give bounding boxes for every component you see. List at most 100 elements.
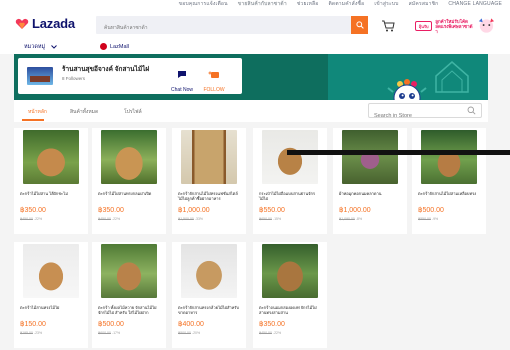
discount-badge: -9% (431, 217, 439, 221)
top-link-language[interactable]: CHANGE LANGUAGE (448, 0, 502, 8)
product-price: ฿350.00 (259, 321, 285, 328)
store-search-input[interactable] (369, 109, 463, 123)
old-price: ฿1,500.00 (178, 217, 194, 221)
top-link-track-order[interactable]: ติดตามคำสั่งซื้อ (328, 0, 364, 8)
product-title[interactable]: ตะกร้าไม้ไผ่สาน ไส้ผักชะไม่ (20, 191, 84, 196)
product-title[interactable]: ตะกร้า ทั้งผลไม้หวาย จักสานไม้ไผ่ จักรไม… (98, 305, 162, 315)
top-link-login[interactable]: เข้าสู่ระบบ (374, 0, 398, 8)
lazada-logo[interactable]: Lazada (15, 16, 75, 31)
product-image[interactable] (23, 130, 79, 184)
old-price: ฿550.00 (418, 217, 431, 221)
product-title[interactable]: ตะกร้าจักสานไม้ไผ่ทรงแฟชั่นสไตล์ไม้ไผ่ลู… (178, 191, 242, 201)
product-image[interactable] (101, 130, 157, 184)
top-link-sell[interactable]: ขายสินค้ากับลาซาด้า (238, 0, 287, 8)
top-links: ขอบคุณการแจ้งเตือน ขายสินค้ากับลาซาด้า ช… (179, 0, 502, 8)
house-outline-icon (435, 61, 469, 93)
product-card[interactable]: ตะกร้าจักสานไม้ไผ่สามเหลือบทรง ฿500.00 ฿… (412, 128, 486, 234)
chat-icon (178, 71, 186, 78)
old-price: ฿450.00 (20, 217, 33, 221)
search-button[interactable] (351, 16, 368, 34)
product-price: ฿550.00 (259, 207, 285, 214)
product-card[interactable]: ตะกร้าไม้ไผ่สาน ไส้ผักชะไม่ ฿350.00 ฿450… (14, 128, 88, 234)
search-input[interactable] (96, 19, 351, 37)
product-title[interactable]: ตะกร้าถนอมกล่องอดงท่ จักรไม้ไผ่สานทรงสาม… (259, 305, 323, 315)
top-link-help[interactable]: ช่วยเหลือ (297, 0, 319, 8)
tab-all-products[interactable]: สินค้าทั้งหมด (70, 108, 98, 116)
promo-line-2: ลดแรงพิเศษลาซาด้า (435, 23, 473, 34)
promo-badge: ลุ้นรับ (415, 21, 433, 31)
product-old-price: ฿195.00 -23% (20, 331, 42, 335)
product-title[interactable]: ตะกร้าไม้ไผ่สานทรงกลมฝาเปิด (98, 191, 162, 196)
product-card[interactable]: ผ้าทอมุกคอกนมคลาดาน ฿1,000.00 ฿1,090.00 … (333, 128, 407, 234)
discount-badge: -8% (355, 217, 363, 221)
product-card[interactable]: ตะกร้าถนอมกล่องอดงท่ จักรไม้ไผ่สานทรงสาม… (253, 242, 327, 348)
top-link-signup[interactable]: สมัครสมาชิก (409, 0, 439, 8)
tab-profile[interactable]: โปรไฟล์ (124, 108, 142, 116)
product-old-price: ฿1,090.00 -8% (339, 217, 362, 221)
category-label: หมวดหมู่ (24, 44, 46, 50)
old-price: ฿450.00 (259, 331, 272, 335)
main-header: Lazada ลุ้นรับ ลูกค้าใหม่รับโค้ด ลดแรงพิ… (0, 10, 510, 40)
promo-line-1: ลูกค้าใหม่รับโค้ด (435, 18, 468, 24)
product-card[interactable]: ตะกร้าจักสานทรงกล้วยไม้ไผ่สำหรับขาดอาหาร… (172, 242, 246, 348)
old-price: ฿1,090.00 (339, 217, 355, 221)
product-title[interactable]: ผ้าทอมุกคอกนมคลาดาน (339, 191, 403, 196)
chat-now-button[interactable]: Chat Now (170, 66, 194, 93)
category-dropdown[interactable]: หมวดหมู่ (24, 43, 58, 51)
store-tabs: หน้าหลัก สินค้าทั้งหมด โปรไฟล์ (14, 100, 488, 123)
cart-icon[interactable] (381, 20, 395, 32)
product-card[interactable]: กระเป๋าไม้ไผ่ถือแบบสานย่านจักรไม้ไผ่ ฿55… (253, 128, 327, 234)
follow-label: FOLLOW (203, 87, 225, 93)
product-image[interactable] (421, 130, 477, 184)
store-search-box (368, 103, 482, 123)
tab-home[interactable]: หน้าหลัก (28, 108, 47, 116)
product-card[interactable]: ตะกร้า ทั้งผลไม้หวาย จักสานไม้ไผ่ จักรไม… (92, 242, 166, 348)
store-followers: 8 Followers (62, 76, 86, 81)
old-price: ฿600.00 (98, 331, 111, 335)
product-price: ฿400.00 (178, 321, 204, 328)
active-tab-indicator (22, 119, 44, 121)
product-old-price: ฿650.00 -15% (259, 217, 281, 221)
product-title[interactable]: ตะกร้าไม้สานทรงไม้ไผ่ (20, 305, 84, 310)
product-image[interactable] (101, 244, 157, 298)
store-logo (27, 67, 53, 85)
store-info-card: ร้านสานสุขอีจางค์ จักสานไม้ไผ่ 8 Followe… (18, 58, 242, 94)
search-icon[interactable] (467, 106, 476, 115)
product-image[interactable] (262, 244, 318, 298)
product-card[interactable]: ตะกร้าไม้ไผ่สานทรงกลมฝาเปิด ฿350.00 ฿450… (92, 128, 166, 234)
discount-badge: -22% (111, 217, 121, 221)
category-nav-row: หมวดหมู่ LazMall (0, 40, 510, 54)
product-price: ฿500.00 (98, 321, 124, 328)
product-image[interactable] (23, 244, 79, 298)
product-old-price: ฿450.00 -22% (20, 217, 42, 221)
follow-button[interactable]: FOLLOW (200, 66, 228, 93)
product-old-price: ฿500.00 -20% (178, 331, 200, 335)
product-price: ฿350.00 (20, 207, 46, 214)
promo-banner[interactable]: ลุ้นรับ ลูกค้าใหม่รับโค้ด ลดแรงพิเศษลาซา… (415, 15, 497, 37)
lazmall-link[interactable]: LazMall (100, 43, 129, 50)
product-image[interactable] (181, 130, 237, 184)
discount-badge: -15% (272, 217, 282, 221)
top-utility-bar: ขอบคุณการแจ้งเตือน ขายสินค้ากับลาซาด้า ช… (0, 0, 510, 10)
product-card[interactable]: ตะกร้าไม้สานทรงไม้ไผ่ ฿150.00 ฿195.00 -2… (14, 242, 88, 348)
discount-badge: -22% (33, 217, 43, 221)
product-card[interactable]: ตะกร้าจักสานไม้ไผ่ทรงแฟชั่นสไตล์ไม้ไผ่ลู… (172, 128, 246, 234)
product-image[interactable] (262, 130, 318, 184)
product-title[interactable]: ตะกร้าจักสานไม้ไผ่สามเหลือบทรง (418, 191, 482, 196)
product-title[interactable]: กระเป๋าไม้ไผ่ถือแบบสานย่านจักรไม้ไผ่ (259, 191, 323, 201)
store-name: ร้านสานสุขอีจางค์ จักสานไม้ไผ่ (62, 66, 150, 73)
product-price: ฿350.00 (98, 207, 124, 214)
logo-text: Lazada (32, 16, 75, 31)
product-image[interactable] (181, 244, 237, 298)
product-image[interactable] (342, 130, 398, 184)
top-link-feedback[interactable]: ขอบคุณการแจ้งเตือน (179, 0, 228, 8)
product-title[interactable]: ตะกร้าจักสานทรงกล้วยไม้ไผ่สำหรับขาดอาหาร (178, 305, 242, 315)
product-price: ฿500.00 (418, 207, 444, 214)
search-icon (355, 21, 364, 29)
old-price: ฿650.00 (259, 217, 272, 221)
lazmall-label: LazMall (110, 43, 129, 50)
product-old-price: ฿450.00 -22% (98, 217, 120, 221)
product-old-price: ฿1,500.00 -33% (178, 217, 203, 221)
follow-plus-icon (208, 71, 219, 78)
lazada-heart-icon (15, 18, 29, 29)
